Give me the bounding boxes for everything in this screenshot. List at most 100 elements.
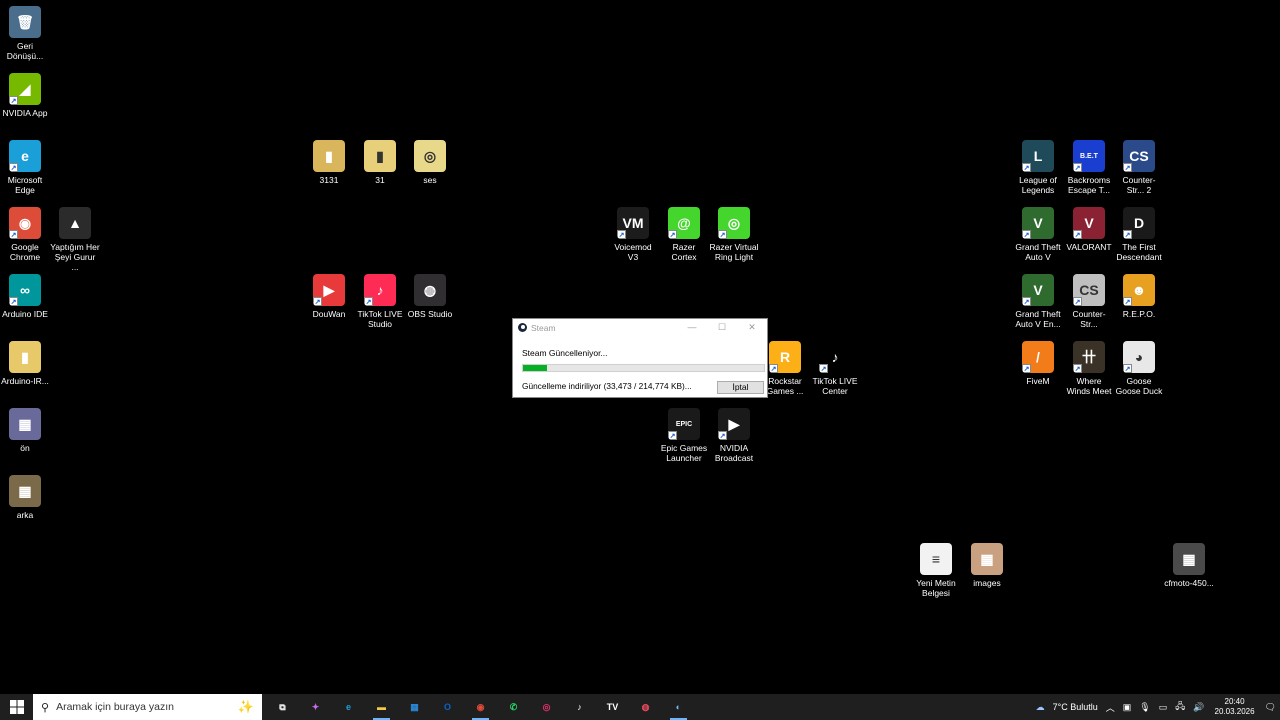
taskbar-outlook-button[interactable]: O (431, 694, 464, 720)
desktop-icon-label: Microsoft Edge (7, 175, 43, 195)
shortcut-arrow-icon: ↗ (1073, 297, 1082, 306)
instagram-icon: ◎ (542, 701, 551, 712)
taskbar-store-button[interactable]: ▦ (398, 694, 431, 720)
desktop-icon-arduino-ir[interactable]: ▮ Arduino-IR... (0, 341, 50, 386)
outlook-icon: O (443, 702, 451, 712)
desktop-icon-label: Counter-Str... 2 (1122, 175, 1156, 195)
taskbar-whatsapp-button[interactable]: ✆ (497, 694, 530, 720)
taskbar-task-view-button[interactable]: ⧉ (266, 694, 299, 720)
desktop-icon-microsoft-edge[interactable]: e ↗ Microsoft Edge (0, 140, 50, 195)
maximize-button[interactable]: ☐ (707, 322, 737, 333)
desktop-icon-31[interactable]: ▮ 31 (355, 140, 405, 185)
battery-icon[interactable]: ▭ (1159, 702, 1168, 713)
notifications-icon[interactable]: 🗨 (1265, 702, 1276, 713)
taskbar-tradingview-button[interactable]: TV (596, 694, 629, 720)
shortcut-arrow-icon: ↗ (769, 364, 778, 373)
cancel-button[interactable]: İptal (717, 381, 764, 394)
desktop-icon-label: arka (16, 510, 34, 520)
desktop-icon-counter-str[interactable]: CS ↗ Counter-Str... (1064, 274, 1114, 329)
taskbar: ⚲ Aramak için buraya yazın ✨ ⧉ ✦ e ▬ ▦ O ◉ ✆ ◎ ♪ T… (0, 694, 1280, 720)
desktop-icon-the-first-descendant[interactable]: D ↗ The First Descendant (1114, 207, 1164, 262)
desktop-icon-label: 31 (375, 175, 385, 185)
desktop-icon-image-icon: CS ↗ (1073, 274, 1105, 306)
shortcut-arrow-icon: ↗ (9, 297, 18, 306)
desktop-icon-3131[interactable]: ▮ 3131 (304, 140, 354, 185)
shortcut-arrow-icon: ↗ (1022, 163, 1031, 172)
taskbar-search-box[interactable]: ⚲ Aramak için buraya yazın ✨ (33, 694, 262, 720)
taskbar-instagram-button[interactable]: ◎ (530, 694, 563, 720)
desktop-icon-valorant[interactable]: V ↗ VALORANT (1064, 207, 1114, 252)
desktop-icon-image-icon: / ↗ (1022, 341, 1054, 373)
desktop-icon-image-icon: ▦ (1173, 543, 1205, 575)
taskbar-razer-button[interactable]: ◍ (629, 694, 662, 720)
desktop-icon-obs-studio[interactable]: ◍ OBS Studio (405, 274, 455, 319)
desktop-icon-league-of-legends[interactable]: L ↗ League of Legends (1013, 140, 1063, 195)
taskbar-file-explorer-button[interactable]: ▬ (365, 694, 398, 720)
microphone-icon[interactable]: 🎙 (1139, 702, 1150, 713)
desktop-icon-label: Google Chrome (9, 242, 41, 262)
desktop-icon-geri-dönüşü[interactable]: 🗑 Geri Dönüşü... (0, 6, 50, 61)
desktop-icon-nvidia-app[interactable]: ◢ ↗ NVIDIA App (0, 73, 50, 118)
desktop-icon-cfmoto-450[interactable]: ▦ cfmoto-450... (1164, 543, 1214, 588)
steam-logo-icon (518, 323, 527, 332)
desktop-icon-images[interactable]: ▦ images (962, 543, 1012, 588)
desktop-icon-tiktok-live-studio[interactable]: ♪ ↗ TikTok LIVE Studio (355, 274, 405, 329)
desktop-icon-fivem[interactable]: / ↗ FiveM (1013, 341, 1063, 386)
desktop-icon-image-icon: VM ↗ (617, 207, 649, 239)
meet-now-icon[interactable]: ▣ (1123, 702, 1132, 713)
taskbar-edge-button[interactable]: e (332, 694, 365, 720)
desktop-icon-douwan[interactable]: ▶ ↗ DouWan (304, 274, 354, 319)
taskbar-tiktok-button[interactable]: ♪ (563, 694, 596, 720)
shortcut-arrow-icon: ↗ (9, 163, 18, 172)
desktop-icon-nvidia-broadcast[interactable]: ▶ ↗ NVIDIA Broadcast (709, 408, 759, 463)
desktop-icon-where-winds-meet[interactable]: 卄 ↗ Where Winds Meet (1064, 341, 1114, 396)
tiktok-icon: ♪ (577, 702, 582, 712)
desktop-icon-arduino-ide[interactable]: ∞ ↗ Arduino IDE (0, 274, 50, 319)
desktop-icon-grand-theft-auto-v-en[interactable]: V ↗ Grand Theft Auto V En... (1013, 274, 1063, 329)
show-hidden-icons-chevron-icon[interactable]: ︿ (1106, 701, 1115, 714)
shortcut-arrow-icon: ↗ (1123, 163, 1132, 172)
desktop-icon-voicemod-v3[interactable]: VM ↗ Voicemod V3 (608, 207, 658, 262)
minimize-button[interactable]: — (677, 322, 707, 333)
desktop-icon-epic-games-launcher[interactable]: EPIC ↗ Epic Games Launcher (659, 408, 709, 463)
weather-text[interactable]: 7°C Bulutlu (1053, 702, 1098, 712)
clock-date: 20.03.2026 (1214, 707, 1255, 716)
taskbar-chrome-button[interactable]: ◉ (464, 694, 497, 720)
desktop-icon-label: Yaptığım Her Şeyi Gurur ... (50, 242, 100, 272)
desktop-icon-razer-cortex[interactable]: @ ↗ Razer Cortex (659, 207, 709, 262)
desktop-icon-arka[interactable]: ▦ arka (0, 475, 50, 520)
dialog-titlebar[interactable]: Steam — ☐ ✕ (513, 319, 767, 336)
desktop-icon-backrooms-escape-t[interactable]: B.E.T ↗ Backrooms Escape T... (1064, 140, 1114, 195)
steam-icon: ◐ (675, 702, 682, 712)
network-icon[interactable]: 🖧 (1175, 699, 1185, 715)
taskbar-copilot-button[interactable]: ✦ (299, 694, 332, 720)
desktop-icon-ses[interactable]: ◎ ses (405, 140, 455, 185)
whatsapp-icon: ✆ (509, 701, 518, 712)
desktop-icon-goose-goose-duck[interactable]: ◕ ↗ Goose Goose Duck (1114, 341, 1164, 396)
desktop-icon-label: OBS Studio (407, 309, 453, 319)
desktop-icon-r-e-p-o[interactable]: ☻ ↗ R.E.P.O. (1114, 274, 1164, 319)
desktop-icon-label: NVIDIA App (2, 108, 48, 118)
desktop-icon-tiktok-live-center[interactable]: ♪ ↗ TikTok LIVE Center (810, 341, 860, 396)
shortcut-arrow-icon: ↗ (668, 431, 677, 440)
taskbar-steam-button[interactable]: ◐ (662, 694, 695, 720)
desktop-icon-image-icon: ▮ (313, 140, 345, 172)
desktop-icon-label: Geri Dönüşü... (6, 41, 44, 61)
clock[interactable]: 20:40 20.03.2026 (1215, 697, 1255, 717)
start-button[interactable] (0, 694, 33, 720)
clock-time: 20:40 (1224, 697, 1245, 706)
volume-icon[interactable]: 🔊 (1193, 702, 1204, 713)
desktop-icon-grand-theft-auto-v[interactable]: V ↗ Grand Theft Auto V (1013, 207, 1063, 262)
desktop-icon-ön[interactable]: ▦ ön (0, 408, 50, 453)
desktop-icon-label: ön (20, 443, 30, 453)
desktop-icon-razer-virtual-ring-light[interactable]: ◎ ↗ Razer Virtual Ring Light (709, 207, 759, 262)
close-button[interactable]: ✕ (737, 322, 767, 333)
desktop-icon-yaptığım-her-şeyi-gurur[interactable]: ▲ Yaptığım Her Şeyi Gurur ... (50, 207, 100, 272)
desktop-icon-image-icon: e ↗ (9, 140, 41, 172)
desktop-icon-image-icon: ◎ ↗ (718, 207, 750, 239)
shortcut-arrow-icon: ↗ (1073, 230, 1082, 239)
desktop-icon-counter-str-2[interactable]: CS ↗ Counter-Str... 2 (1114, 140, 1164, 195)
desktop-icon-google-chrome[interactable]: ◉ ↗ Google Chrome (0, 207, 50, 262)
desktop-icon-yeni-metin-belgesi[interactable]: ≡ Yeni Metin Belgesi (911, 543, 961, 598)
desktop-icon-label: TikTok LIVE Center (812, 376, 858, 396)
